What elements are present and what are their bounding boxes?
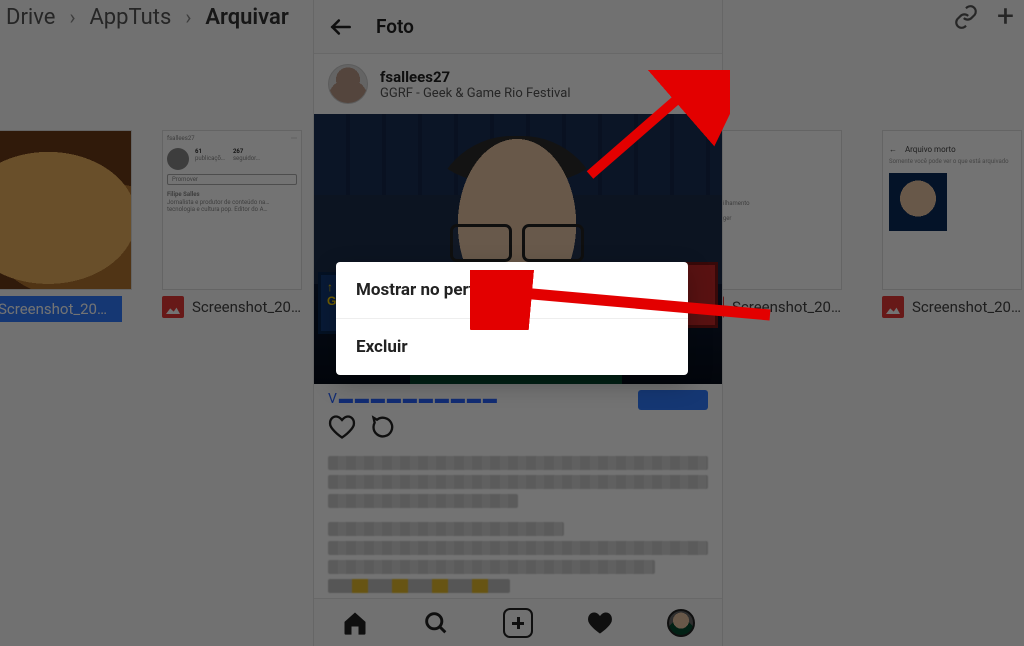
more-options-icon[interactable]: ⋮ [676,70,708,98]
file-label: Screenshot_20… [912,298,1021,316]
home-icon[interactable] [341,609,369,637]
add-icon[interactable]: + [997,8,1014,26]
view-count: V▬▬▬▬▬▬▬▬▬▬ [314,384,722,407]
post-caption [314,447,722,593]
like-icon[interactable] [328,413,356,441]
bottom-tabbar [314,598,722,646]
file-label: Screenshot_20… [0,300,107,318]
promote-button[interactable] [638,390,708,410]
crumb-apptuts[interactable]: AppTuts [83,5,177,30]
file-item[interactable]: Screenshot_20… [0,130,122,322]
file-label: Screenshot_20… [732,298,841,316]
crumb-current[interactable]: Arquivar [199,5,294,30]
file-label: Screenshot_20… [192,298,301,316]
post-header: fsallees27 GGRF - Geek & Game Rio Festiv… [314,54,722,114]
back-icon[interactable] [328,14,354,40]
chevron-icon: › [177,5,199,29]
menu-show-on-profile[interactable]: Mostrar no perfil [336,262,688,318]
post-actions [314,407,638,447]
menu-delete[interactable]: Excluir [336,318,688,375]
image-icon [882,296,904,318]
activity-icon[interactable] [586,609,614,637]
file-item[interactable]: fsallees27⋯ 61publicaçõ… 267seguidor… Pr… [162,130,302,322]
chevron-icon: › [61,5,83,29]
page-title: Foto [376,15,414,38]
add-post-icon[interactable] [503,608,533,638]
crumb-drive[interactable]: Drive [0,5,61,30]
profile-tab-icon[interactable] [667,609,695,637]
file-item[interactable]: ários mpartilhamento essenger Screenshot… [702,130,842,322]
search-icon[interactable] [422,609,450,637]
comment-icon[interactable] [370,413,398,441]
link-icon[interactable] [953,4,979,30]
image-icon [162,296,184,318]
file-item[interactable]: ← Arquivo morto Somente você pode ver o … [882,130,1022,322]
avatar[interactable] [328,64,368,104]
post-location[interactable]: GGRF - Geek & Game Rio Festival [380,86,570,101]
phone-header: Foto [314,0,722,54]
post-username[interactable]: fsallees27 [380,68,570,86]
options-menu: Mostrar no perfil Excluir [336,262,688,375]
